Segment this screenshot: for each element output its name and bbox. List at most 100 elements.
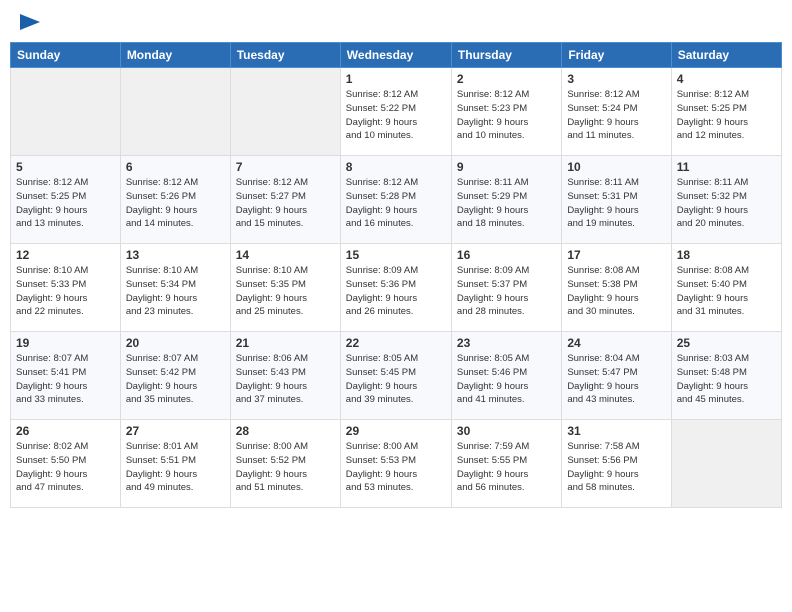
day-number: 4 (677, 72, 776, 86)
calendar-table: SundayMondayTuesdayWednesdayThursdayFrid… (10, 42, 782, 508)
calendar-cell: 2 Sunrise: 8:12 AM Sunset: 5:23 PM Daylig… (451, 68, 561, 156)
calendar-cell: 29 Sunrise: 8:00 AM Sunset: 5:53 PM Dayli… (340, 420, 451, 508)
day-info: Sunrise: 8:08 AM Sunset: 5:38 PM Dayligh… (567, 264, 665, 319)
day-number: 14 (236, 248, 335, 262)
day-info: Sunrise: 8:11 AM Sunset: 5:32 PM Dayligh… (677, 176, 776, 231)
day-number: 8 (346, 160, 446, 174)
calendar-cell: 21 Sunrise: 8:06 AM Sunset: 5:43 PM Dayli… (230, 332, 340, 420)
calendar-cell (11, 68, 121, 156)
day-number: 26 (16, 424, 115, 438)
calendar-cell: 5Sunrise: 8:12 AM Sunset: 5:25 PM Daylig… (11, 156, 121, 244)
day-info: Sunrise: 8:11 AM Sunset: 5:31 PM Dayligh… (567, 176, 665, 231)
calendar-cell: 11 Sunrise: 8:11 AM Sunset: 5:32 PM Dayli… (671, 156, 781, 244)
calendar-week-3: 12 Sunrise: 8:10 AM Sunset: 5:33 PM Dayli… (11, 244, 782, 332)
day-number: 31 (567, 424, 665, 438)
calendar-cell: 18 Sunrise: 8:08 AM Sunset: 5:40 PM Dayli… (671, 244, 781, 332)
day-info: Sunrise: 8:03 AM Sunset: 5:48 PM Dayligh… (677, 352, 776, 407)
day-info: Sunrise: 8:12 AM Sunset: 5:25 PM Dayligh… (677, 88, 776, 143)
day-number: 17 (567, 248, 665, 262)
calendar-cell: 26 Sunrise: 8:02 AM Sunset: 5:50 PM Dayli… (11, 420, 121, 508)
calendar-cell: 22 Sunrise: 8:05 AM Sunset: 5:45 PM Dayli… (340, 332, 451, 420)
day-info: Sunrise: 8:00 AM Sunset: 5:53 PM Dayligh… (346, 440, 446, 495)
day-info: Sunrise: 8:05 AM Sunset: 5:46 PM Dayligh… (457, 352, 556, 407)
calendar-cell: 6 Sunrise: 8:12 AM Sunset: 5:26 PM Daylig… (120, 156, 230, 244)
day-info: Sunrise: 8:05 AM Sunset: 5:45 PM Dayligh… (346, 352, 446, 407)
day-number: 16 (457, 248, 556, 262)
calendar-cell (120, 68, 230, 156)
day-info: Sunrise: 7:59 AM Sunset: 5:55 PM Dayligh… (457, 440, 556, 495)
day-number: 22 (346, 336, 446, 350)
day-info: Sunrise: 8:09 AM Sunset: 5:37 PM Dayligh… (457, 264, 556, 319)
day-info: Sunrise: 8:10 AM Sunset: 5:34 PM Dayligh… (126, 264, 225, 319)
day-info: Sunrise: 8:06 AM Sunset: 5:43 PM Dayligh… (236, 352, 335, 407)
day-info: Sunrise: 8:12 AM Sunset: 5:27 PM Dayligh… (236, 176, 335, 231)
day-number: 29 (346, 424, 446, 438)
page-header (10, 10, 782, 34)
day-number: 12 (16, 248, 115, 262)
calendar-cell: 20 Sunrise: 8:07 AM Sunset: 5:42 PM Dayli… (120, 332, 230, 420)
day-number: 18 (677, 248, 776, 262)
day-info: Sunrise: 8:04 AM Sunset: 5:47 PM Dayligh… (567, 352, 665, 407)
day-info: Sunrise: 8:08 AM Sunset: 5:40 PM Dayligh… (677, 264, 776, 319)
day-number: 24 (567, 336, 665, 350)
day-info: Sunrise: 8:07 AM Sunset: 5:42 PM Dayligh… (126, 352, 225, 407)
logo (18, 14, 40, 30)
day-info: Sunrise: 8:00 AM Sunset: 5:52 PM Dayligh… (236, 440, 335, 495)
day-number: 2 (457, 72, 556, 86)
calendar-week-4: 19Sunrise: 8:07 AM Sunset: 5:41 PM Dayli… (11, 332, 782, 420)
weekday-header-wednesday: Wednesday (340, 43, 451, 68)
day-info: Sunrise: 8:11 AM Sunset: 5:29 PM Dayligh… (457, 176, 556, 231)
day-number: 23 (457, 336, 556, 350)
day-info: Sunrise: 8:12 AM Sunset: 5:25 PM Dayligh… (16, 176, 115, 231)
day-info: Sunrise: 8:10 AM Sunset: 5:33 PM Dayligh… (16, 264, 115, 319)
day-info: Sunrise: 8:10 AM Sunset: 5:35 PM Dayligh… (236, 264, 335, 319)
day-number: 7 (236, 160, 335, 174)
calendar-cell: 30 Sunrise: 7:59 AM Sunset: 5:55 PM Dayli… (451, 420, 561, 508)
logo-flag-icon (20, 14, 40, 30)
calendar-cell: 19Sunrise: 8:07 AM Sunset: 5:41 PM Dayli… (11, 332, 121, 420)
day-info: Sunrise: 8:01 AM Sunset: 5:51 PM Dayligh… (126, 440, 225, 495)
calendar-week-1: 1 Sunrise: 8:12 AM Sunset: 5:22 PM Daylig… (11, 68, 782, 156)
calendar-cell: 3Sunrise: 8:12 AM Sunset: 5:24 PM Daylig… (562, 68, 671, 156)
calendar-cell: 23 Sunrise: 8:05 AM Sunset: 5:46 PM Dayli… (451, 332, 561, 420)
calendar-cell: 16 Sunrise: 8:09 AM Sunset: 5:37 PM Dayli… (451, 244, 561, 332)
weekday-header-thursday: Thursday (451, 43, 561, 68)
calendar-cell: 13Sunrise: 8:10 AM Sunset: 5:34 PM Dayli… (120, 244, 230, 332)
day-number: 27 (126, 424, 225, 438)
calendar-week-2: 5Sunrise: 8:12 AM Sunset: 5:25 PM Daylig… (11, 156, 782, 244)
day-number: 3 (567, 72, 665, 86)
day-number: 28 (236, 424, 335, 438)
day-number: 15 (346, 248, 446, 262)
calendar-cell: 9 Sunrise: 8:11 AM Sunset: 5:29 PM Daylig… (451, 156, 561, 244)
calendar-cell: 24 Sunrise: 8:04 AM Sunset: 5:47 PM Dayli… (562, 332, 671, 420)
calendar-cell: 25Sunrise: 8:03 AM Sunset: 5:48 PM Dayli… (671, 332, 781, 420)
calendar-cell: 14 Sunrise: 8:10 AM Sunset: 5:35 PM Dayli… (230, 244, 340, 332)
day-number: 9 (457, 160, 556, 174)
calendar-cell (671, 420, 781, 508)
day-number: 1 (346, 72, 446, 86)
day-info: Sunrise: 8:12 AM Sunset: 5:22 PM Dayligh… (346, 88, 446, 143)
weekday-header-saturday: Saturday (671, 43, 781, 68)
calendar-cell: 17 Sunrise: 8:08 AM Sunset: 5:38 PM Dayli… (562, 244, 671, 332)
weekday-header-row: SundayMondayTuesdayWednesdayThursdayFrid… (11, 43, 782, 68)
day-number: 30 (457, 424, 556, 438)
day-info: Sunrise: 7:58 AM Sunset: 5:56 PM Dayligh… (567, 440, 665, 495)
day-info: Sunrise: 8:07 AM Sunset: 5:41 PM Dayligh… (16, 352, 115, 407)
day-number: 11 (677, 160, 776, 174)
calendar-cell: 27 Sunrise: 8:01 AM Sunset: 5:51 PM Dayli… (120, 420, 230, 508)
day-number: 10 (567, 160, 665, 174)
weekday-header-friday: Friday (562, 43, 671, 68)
day-number: 6 (126, 160, 225, 174)
day-info: Sunrise: 8:12 AM Sunset: 5:26 PM Dayligh… (126, 176, 225, 231)
calendar-cell (230, 68, 340, 156)
weekday-header-monday: Monday (120, 43, 230, 68)
day-info: Sunrise: 8:09 AM Sunset: 5:36 PM Dayligh… (346, 264, 446, 319)
calendar-cell: 31 Sunrise: 7:58 AM Sunset: 5:56 PM Dayli… (562, 420, 671, 508)
calendar-cell: 7 Sunrise: 8:12 AM Sunset: 5:27 PM Daylig… (230, 156, 340, 244)
day-info: Sunrise: 8:02 AM Sunset: 5:50 PM Dayligh… (16, 440, 115, 495)
weekday-header-sunday: Sunday (11, 43, 121, 68)
day-number: 20 (126, 336, 225, 350)
calendar-cell: 28 Sunrise: 8:00 AM Sunset: 5:52 PM Dayli… (230, 420, 340, 508)
day-number: 21 (236, 336, 335, 350)
day-info: Sunrise: 8:12 AM Sunset: 5:23 PM Dayligh… (457, 88, 556, 143)
